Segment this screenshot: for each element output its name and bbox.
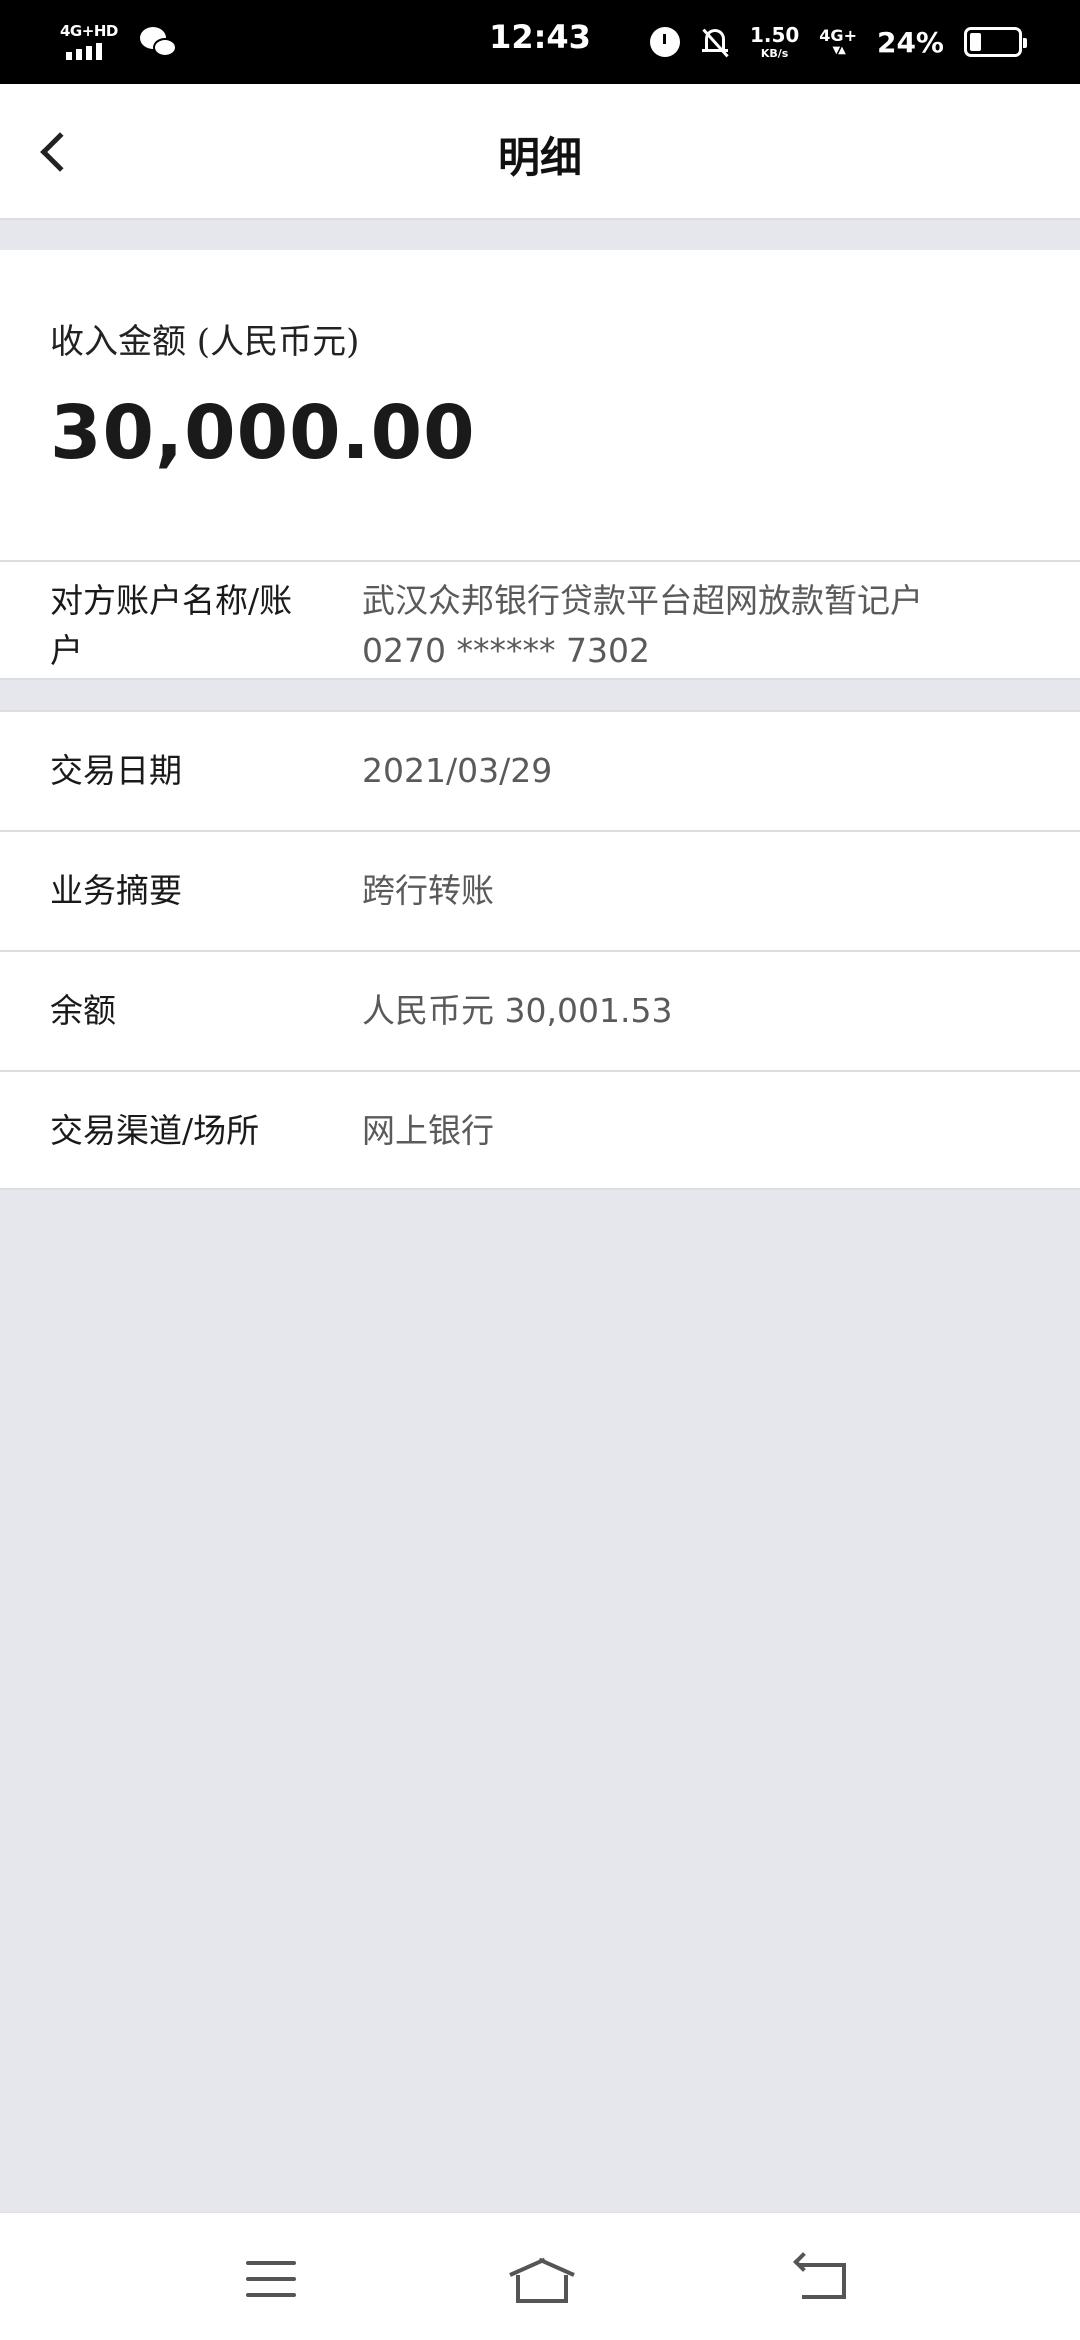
recent-apps-button[interactable] [226,2233,316,2323]
counterparty-account-number: 0270 ****** 7302 [362,631,650,670]
mobile-data-icon: 4G+ ▼▲ [819,26,857,56]
status-right: 1.50 KB/s 4G+ ▼▲ 24% [649,18,1027,66]
return-icon [793,2252,850,2299]
screen: 4G+HD 12:43 1.50 KB/s 4G+ ▼▲ 24% 明细 收入金额… [0,0,1080,2340]
transaction-channel-label: 交易渠道/场所 [50,1111,260,1150]
counterparty-name: 武汉众邦银行贷款平台超网放款暂记户 [362,581,923,620]
status-left: 4G+HD [58,20,178,64]
home-button[interactable] [496,2233,586,2323]
transaction-date-label: 交易日期 [50,751,182,790]
amount-label: 收入金额 (人民币元) [50,322,360,362]
speed-unit: KB/s [760,47,789,60]
counterparty-value: 武汉众邦银行贷款平台超网放款暂记户 0270 ****** 7302 [362,576,923,676]
transaction-date-text: 2021/03/29 [362,751,553,790]
balance-amount: 30,001.53 [504,991,673,1030]
status-bar: 4G+HD 12:43 1.50 KB/s 4G+ ▼▲ 24% [0,0,1080,84]
page-title: 明细 [497,133,582,182]
counterparty-label: 对方账户名称/账户 [50,581,293,670]
balance-currency: 人民币元 [362,991,494,1030]
transaction-channel-value: 网上银行 [362,1111,494,1150]
system-nav-bar [0,2212,1080,2340]
transaction-date-row: 交易日期 2021/03/29 [0,710,1080,830]
signal-icon: 4G+HD [58,20,120,64]
system-back-button[interactable] [778,2233,868,2323]
counterparty-row: 对方账户名称/账户 武汉众邦银行贷款平台超网放款暂记户 0270 ****** … [0,560,1080,680]
network-speed: 1.50 KB/s [750,25,799,59]
business-summary-label: 业务摘要 [50,871,182,910]
home-icon [508,2257,576,2303]
wechat-icon [140,25,178,59]
header-bar: 明细 [0,84,1080,220]
battery-fill [970,33,981,51]
business-summary-value: 跨行转账 [362,871,494,910]
transaction-channel-row: 交易渠道/场所 网上银行 [0,1070,1080,1190]
battery-icon [964,27,1027,57]
speed-value: 1.50 [749,23,800,47]
transaction-date-value: 2021/03/29 [362,746,552,796]
alarm-icon [649,27,680,57]
mute-icon [700,26,730,58]
amount-value: 30,000.00 [50,390,476,476]
balance-value: 人民币元 30,001.53 [362,986,672,1036]
battery-percent: 24% [876,25,944,59]
amount-card: 收入金额 (人民币元) 30,000.00 [0,250,1080,560]
balance-row: 余额 人民币元 30,001.53 [0,950,1080,1070]
balance-label: 余额 [50,991,116,1030]
business-summary-row: 业务摘要 跨行转账 [0,830,1080,950]
menu-icon [246,2261,296,2309]
mobile-data-label: 4G+ [819,26,857,45]
network-label: 4G+HD [60,22,118,40]
